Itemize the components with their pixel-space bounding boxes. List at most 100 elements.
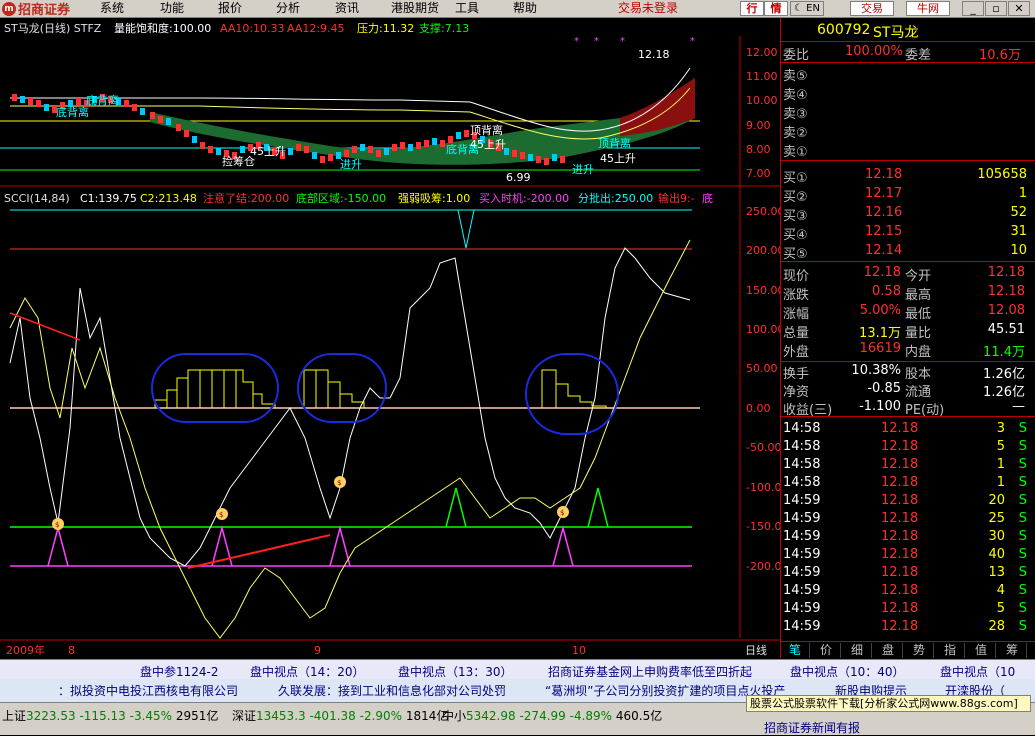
menu-help[interactable]: 帮助 xyxy=(513,1,537,16)
menu-quote[interactable]: 报价 xyxy=(218,1,242,16)
tick-side: S xyxy=(1018,421,1027,436)
menu-function[interactable]: 功能 xyxy=(160,1,184,16)
buy-vol: 52 xyxy=(1010,205,1027,220)
tab-bi[interactable]: 笔 xyxy=(781,643,810,658)
trade-button[interactable]: 交易 xyxy=(850,1,894,16)
tick-time: 14:59 xyxy=(783,619,821,634)
x-label: 9 xyxy=(314,644,321,657)
scci-axis: 250.00 200.00 150.00 100.00 50.00 0.00 -… xyxy=(746,205,788,573)
menu-hk-futures[interactable]: 港股期货 xyxy=(391,1,439,16)
tab-zhi2[interactable]: 值 xyxy=(967,643,996,658)
money-bag-icon: $ xyxy=(216,508,228,520)
stat-value: 12.18 xyxy=(863,265,901,280)
candle xyxy=(384,148,389,155)
hq-button[interactable]: 行 xyxy=(740,1,764,16)
period-label[interactable]: 日线 xyxy=(745,643,767,657)
candle xyxy=(216,148,221,155)
restore-icon[interactable]: ▫ xyxy=(985,1,1007,16)
qing-button[interactable]: 情 xyxy=(764,1,788,16)
news-link[interactable]: 久联发展：接到工业和信息化部对公司处罚 xyxy=(278,682,506,699)
menu-tools[interactable]: 工具 xyxy=(455,1,479,16)
candle xyxy=(512,150,517,157)
menu-system[interactable]: 系统 xyxy=(100,1,124,16)
tab-zhi[interactable]: 指 xyxy=(936,643,965,658)
news-link[interactable]: 盘中参1124-2 xyxy=(140,663,219,680)
candle xyxy=(408,144,413,151)
tab-pan[interactable]: 盘 xyxy=(874,643,903,658)
sell-row: 卖⑤ xyxy=(781,64,1035,84)
candle xyxy=(28,98,33,105)
tick-time: 14:58 xyxy=(783,439,821,454)
star-icon: * xyxy=(574,36,579,47)
close-icon[interactable]: ✕ xyxy=(1008,1,1030,16)
zx-index[interactable]: 中小5342.98 -274.99 -4.89% 460.5亿 xyxy=(442,707,662,724)
tick-price: 12.18 xyxy=(881,565,919,580)
candle xyxy=(432,138,437,145)
candle xyxy=(416,142,421,149)
legend-bottom-1: C1:139.75 xyxy=(80,192,137,205)
sz-index[interactable]: 深证13453.3 -401.38 -2.90% 1814亿 xyxy=(232,707,448,724)
stat-value: 12.08 xyxy=(987,303,1025,318)
news-link[interactable]: 盘中视点（13：30） xyxy=(398,663,513,680)
stat-label: 总量 xyxy=(783,326,810,341)
stat-row: 总量 13.1万 量比 45.51 xyxy=(781,321,1035,341)
tick-side: S xyxy=(1018,601,1027,616)
niu-button[interactable]: 牛网 xyxy=(906,1,950,16)
green-spike xyxy=(587,487,609,528)
tab-shi[interactable]: 势 xyxy=(905,643,934,658)
news-link[interactable]: ：拟投资中电投江西核电有限公司 xyxy=(58,682,238,699)
tab-jia[interactable]: 价 xyxy=(812,643,841,658)
tick-time: 14:59 xyxy=(783,493,821,508)
buy-price: 12.18 xyxy=(865,167,903,182)
tick-vol: 25 xyxy=(988,511,1005,526)
candle xyxy=(440,140,445,147)
news-link[interactable]: 盘中视点（10：40） xyxy=(790,663,905,680)
sh-index[interactable]: 上证3223.53 -115.13 -3.45% 2951亿 xyxy=(2,707,218,724)
red-trend-1 xyxy=(9,312,81,341)
tick-row: 14:58 12.18 1 S xyxy=(781,474,1035,492)
tick-time: 14:59 xyxy=(783,601,821,616)
candle xyxy=(448,136,453,143)
stat-value: 45.51 xyxy=(987,322,1025,337)
tick-vol: 28 xyxy=(988,619,1005,634)
price-tick: 11.00 xyxy=(746,70,778,83)
candle xyxy=(456,132,461,139)
tab-chou[interactable]: 筹 xyxy=(998,643,1027,658)
tick-row: 14:59 12.18 13 S xyxy=(781,564,1035,582)
login-status[interactable]: 交易未登录 xyxy=(618,1,678,16)
kline-chart[interactable]: ST马龙(日线) STFZ 量能饱和度:100.00 AA10:10.33 AA… xyxy=(0,18,788,658)
anno-ding-bei-li-2: 顶背离 xyxy=(598,136,631,150)
tick-side: S xyxy=(1018,565,1027,580)
tick-side: S xyxy=(1018,475,1027,490)
news-link[interactable]: 盘中视点（14：20） xyxy=(250,663,365,680)
candle xyxy=(528,154,533,161)
ad-banner[interactable]: 股票公式股票软件下载[分析家公式网www.88gs.com] xyxy=(746,695,1031,712)
menu-analysis[interactable]: 分析 xyxy=(276,1,300,16)
star-icon: * xyxy=(594,36,599,47)
news-link[interactable]: 招商证券基金网上申购费率低至四折起 xyxy=(548,663,752,680)
news-link[interactable]: 盘中视点（10 xyxy=(940,663,1015,680)
minimize-icon[interactable]: _ xyxy=(962,1,984,16)
stat-label: 最高 xyxy=(905,288,932,303)
candle xyxy=(158,116,163,123)
stat-row: 外盘 16619 内盘 11.4万 xyxy=(781,340,1035,360)
magenta-spike xyxy=(329,525,351,567)
scci-tick: 250.00 xyxy=(746,205,780,218)
chart-area[interactable]: ST马龙(日线) STFZ 量能饱和度:100.00 AA10:10.33 AA… xyxy=(0,18,788,658)
menu-info[interactable]: 资讯 xyxy=(335,1,359,16)
moon-icon[interactable]: ☾ EN xyxy=(790,1,824,16)
legend-top-5: 支撑:7.13 xyxy=(419,21,469,35)
stock-code: 600792 xyxy=(817,22,871,38)
candle xyxy=(12,94,17,101)
money-bag-icon: $ xyxy=(557,506,569,518)
anno-low: 6.99 xyxy=(506,171,531,184)
tab-xi[interactable]: 细 xyxy=(843,643,872,658)
cyan-notch xyxy=(457,209,475,249)
buy-row: 买② 12.17 1 xyxy=(781,185,1035,205)
candle xyxy=(312,152,317,159)
stat-label: 涨跌 xyxy=(783,288,810,303)
buy-label: 买② xyxy=(783,190,808,205)
tick-price: 12.18 xyxy=(881,475,919,490)
stat-value: 12.18 xyxy=(987,284,1025,299)
status-news[interactable]: 招商证券新闻有报 xyxy=(764,719,860,736)
